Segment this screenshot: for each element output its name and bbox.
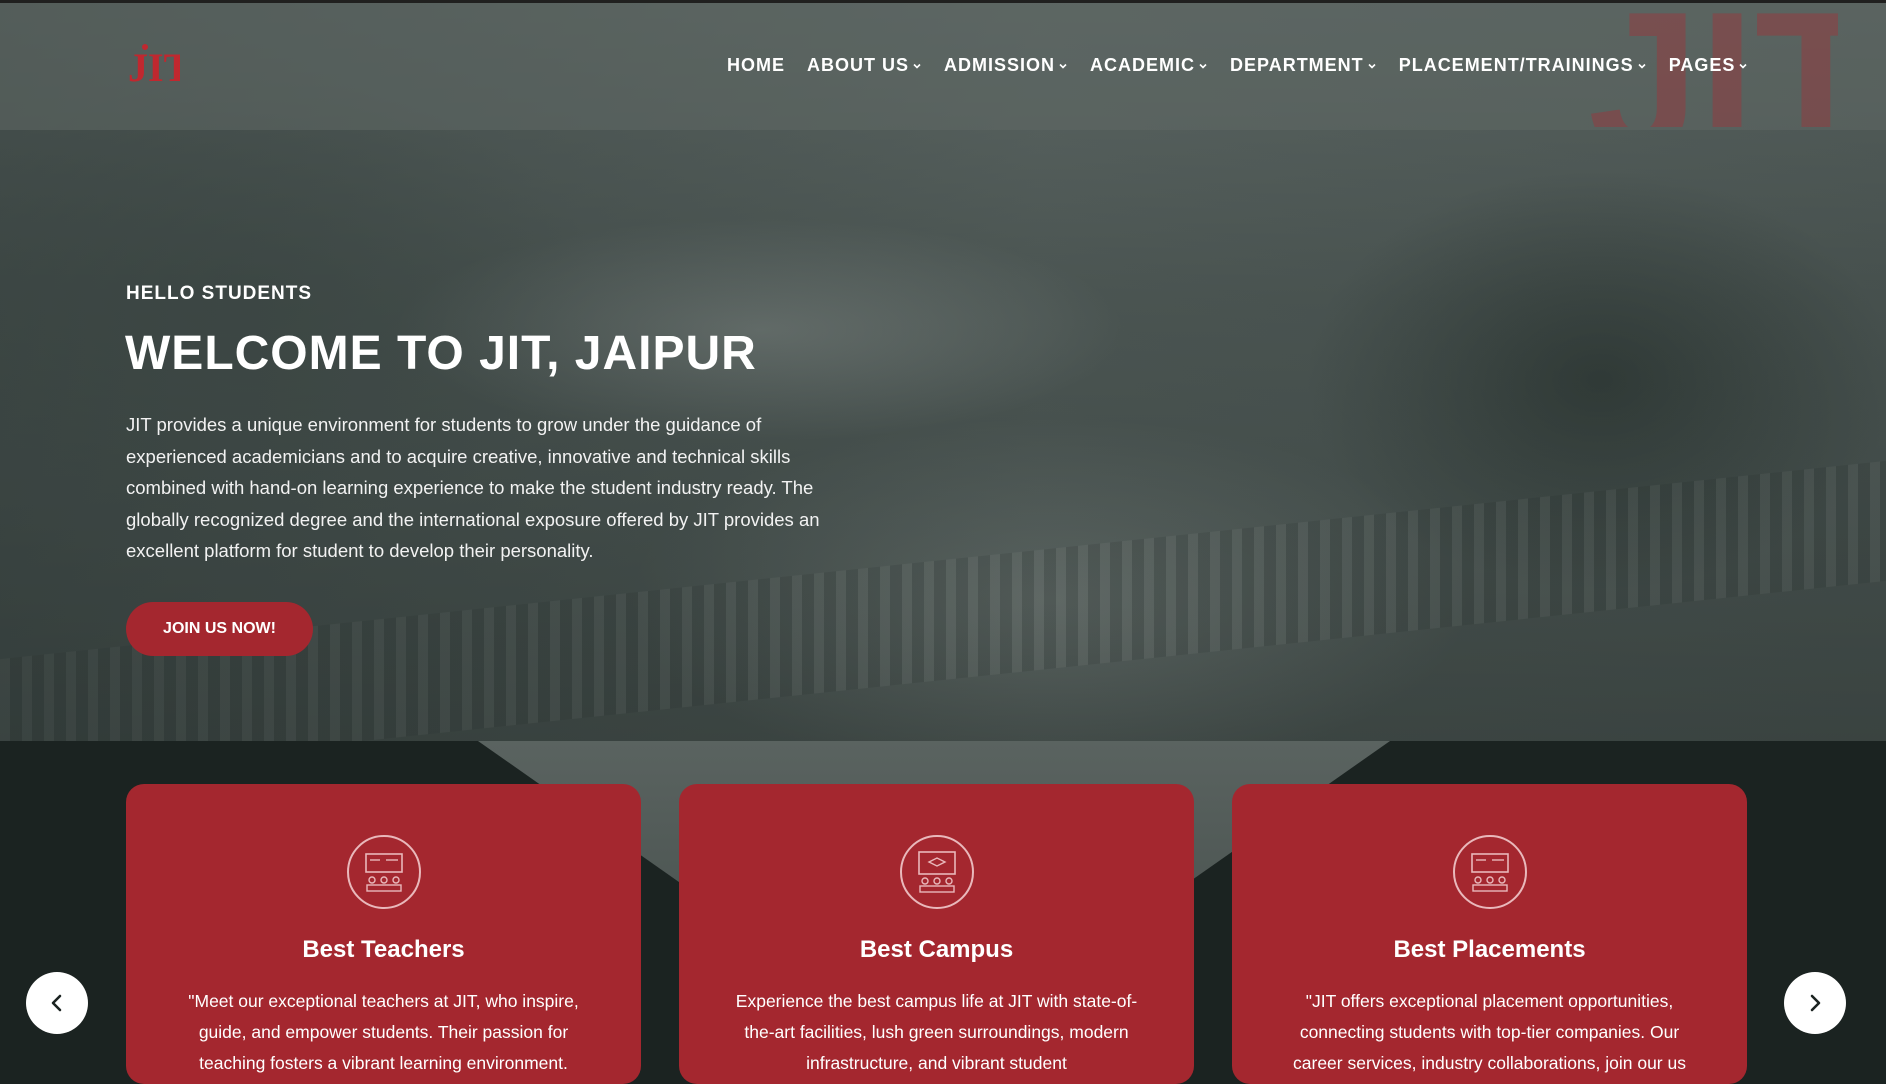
feature-card-title: Best Placements <box>1393 936 1586 963</box>
feature-card-text: "Meet our exceptional teachers at JIT, w… <box>188 991 579 1073</box>
feature-card-placements[interactable]: Best Placements "JIT offers exceptional … <box>1232 784 1747 1084</box>
classroom-icon <box>346 835 421 909</box>
nav-academic[interactable]: ACADEMIC <box>1090 55 1208 76</box>
nav-placement-trainings[interactable]: PLACEMENT/TRAININGS <box>1399 55 1647 76</box>
nav-pages[interactable]: PAGES <box>1669 55 1749 76</box>
nav-home[interactable]: HOME <box>727 55 785 76</box>
feature-card-campus[interactable]: Best Campus Experience the best campus l… <box>679 784 1194 1084</box>
carousel-next-button[interactable] <box>1784 972 1846 1034</box>
nav-academic-label: ACADEMIC <box>1090 55 1196 75</box>
carousel-prev-button[interactable] <box>26 972 88 1034</box>
nav-admission[interactable]: ADMISSION <box>944 55 1068 76</box>
placement-icon <box>1452 835 1527 909</box>
join-us-button[interactable]: JOIN US NOW! <box>126 602 313 656</box>
site-logo[interactable]: JIT <box>126 43 191 90</box>
svg-text:JIT: JIT <box>128 45 180 87</box>
nav-about-us[interactable]: ABOUT US <box>807 55 922 76</box>
nav-department[interactable]: DEPARTMENT <box>1230 55 1377 76</box>
chevron-down-icon <box>913 63 921 69</box>
main-nav: HOME ABOUT US ADMISSION ACADEMIC DEPARTM… <box>727 55 1770 76</box>
nav-admission-label: ADMISSION <box>944 55 1056 75</box>
nav-home-label: HOME <box>727 55 785 75</box>
hero-kicker: HELLO STUDENTS <box>126 283 313 304</box>
feature-card-text: Experience the best campus life at JIT w… <box>735 991 1138 1073</box>
hero-title: WELCOME TO JIT, JAIPUR <box>125 327 757 380</box>
chevron-right-icon <box>1810 994 1821 1012</box>
feature-card-title: Best Campus <box>859 936 1014 963</box>
nav-pages-label: PAGES <box>1668 55 1736 75</box>
nav-department-label: DEPARTMENT <box>1230 55 1364 75</box>
feature-card-text: "JIT offers exceptional placement opport… <box>1293 991 1686 1073</box>
chevron-down-icon <box>1739 63 1747 69</box>
hero-description: JIT provides a unique environment for st… <box>126 414 820 561</box>
chevron-down-icon <box>1199 63 1207 69</box>
nav-about-us-label: ABOUT US <box>807 55 909 75</box>
site-header: JIT JIT HOME ABOUT US ADMISSION ACADEMIC… <box>0 0 1886 130</box>
chevron-down-icon <box>1638 63 1646 69</box>
chevron-down-icon <box>1059 63 1067 69</box>
jit-logo-icon: JIT <box>128 44 191 90</box>
chevron-left-icon <box>51 994 62 1012</box>
feature-card-title: Best Teachers <box>302 936 465 963</box>
campus-icon <box>899 835 974 909</box>
chevron-down-icon <box>1368 63 1376 69</box>
feature-card-teachers[interactable]: Best Teachers "Meet our exceptional teac… <box>126 784 641 1084</box>
nav-placement-trainings-label: PLACEMENT/TRAININGS <box>1398 55 1634 75</box>
